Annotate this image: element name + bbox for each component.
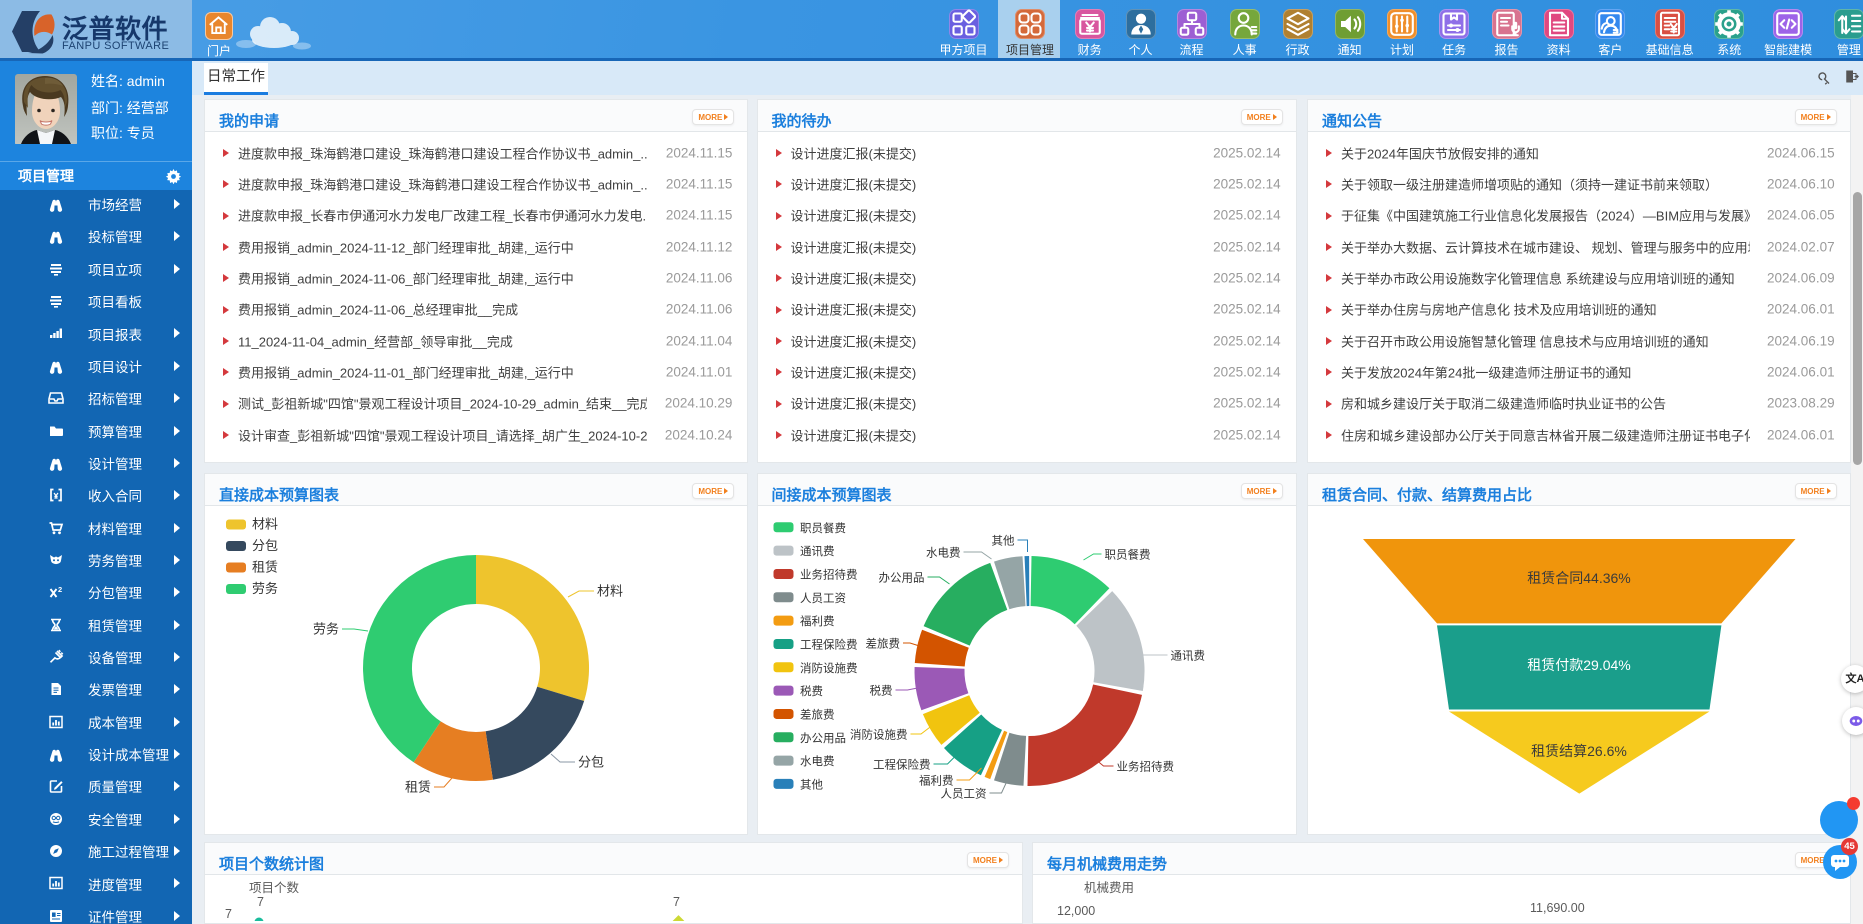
svg-text:消防设施费: 消防设施费: [850, 728, 908, 742]
svg-text:通讯费: 通讯费: [800, 545, 835, 558]
svg-text:业务招待费: 业务招待费: [1116, 760, 1174, 774]
svg-text:职员餐费: 职员餐费: [1104, 548, 1150, 562]
svg-text:差旅费: 差旅费: [865, 637, 900, 651]
svg-text:其他: 其他: [800, 778, 823, 791]
svg-text:办公用品: 办公用品: [878, 571, 924, 585]
svg-text:人员工资: 人员工资: [940, 788, 986, 801]
svg-text:租赁: 租赁: [252, 560, 278, 575]
svg-text:租赁合同44.36%: 租赁合同44.36%: [1527, 570, 1630, 586]
svg-text:劳务: 劳务: [313, 622, 339, 637]
svg-text:7: 7: [673, 895, 680, 909]
svg-text:7: 7: [257, 895, 264, 909]
svg-text:租赁: 租赁: [405, 780, 431, 795]
svg-text:人员工资: 人员工资: [800, 592, 846, 605]
svg-text:福利费: 福利费: [919, 774, 954, 788]
svg-text:工程保险费: 工程保险费: [873, 758, 931, 772]
svg-text:11,690.00: 11,690.00: [1530, 901, 1585, 915]
svg-text:2: 2: [58, 585, 62, 594]
svg-text:租赁结算26.6%: 租赁结算26.6%: [1531, 743, 1627, 759]
svg-text:租赁付款29.04%: 租赁付款29.04%: [1527, 657, 1630, 673]
svg-text:福利费: 福利费: [800, 614, 835, 628]
svg-text:材料: 材料: [252, 517, 278, 532]
svg-text:7: 7: [225, 907, 232, 921]
svg-text:办公用品: 办公用品: [800, 731, 846, 745]
svg-text:分包: 分包: [252, 538, 278, 553]
svg-text:水电费: 水电费: [926, 547, 961, 560]
svg-text:税费: 税费: [800, 684, 823, 698]
svg-text:12,000: 12,000: [1057, 904, 1095, 918]
svg-text:项目个数: 项目个数: [249, 880, 300, 895]
svg-text:水电费: 水电费: [800, 755, 835, 768]
svg-text:业务招待费: 业务招待费: [800, 567, 858, 581]
svg-text:工程保险费: 工程保险费: [800, 637, 858, 651]
svg-text:机械费用: 机械费用: [1084, 880, 1134, 895]
svg-text:材料: 材料: [597, 584, 623, 599]
svg-text:其他: 其他: [991, 535, 1014, 548]
svg-text:分包: 分包: [578, 755, 604, 770]
svg-text:劳务: 劳务: [252, 581, 278, 596]
svg-text:税费: 税费: [869, 684, 892, 698]
svg-text:职员餐费: 职员餐费: [800, 521, 846, 535]
svg-text:通讯费: 通讯费: [1170, 650, 1205, 663]
svg-text:差旅费: 差旅费: [800, 707, 835, 721]
svg-text:消防设施费: 消防设施费: [800, 661, 858, 675]
